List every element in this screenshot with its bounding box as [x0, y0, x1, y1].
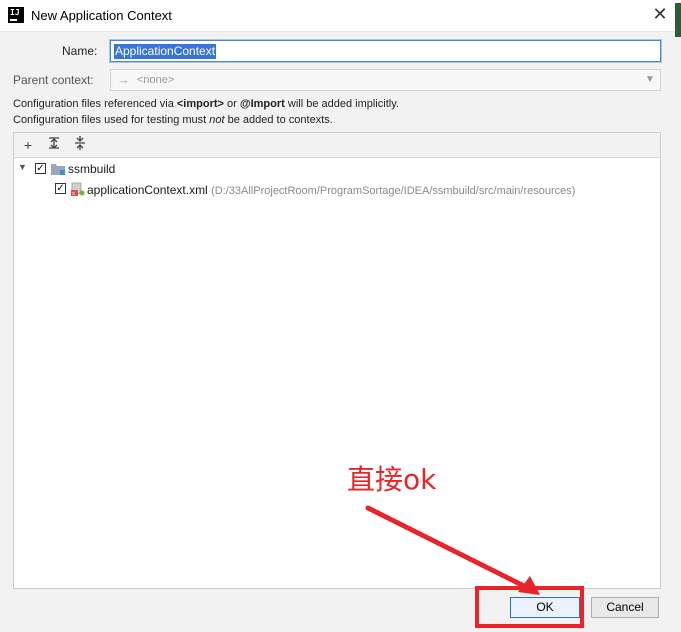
title-bar: IJ New Application Context ✕ — [0, 0, 681, 32]
parent-context-combo[interactable]: → <none> ▼ — [110, 69, 661, 91]
cancel-button[interactable]: Cancel — [591, 597, 659, 618]
background-window-edge — [675, 3, 681, 37]
plus-icon[interactable]: + — [19, 136, 37, 154]
expand-all-icon[interactable] — [45, 136, 63, 154]
config-files-tree-panel: + ▼ ✓ ssmbuild ✓ x applicationContext.xm… — [13, 132, 661, 589]
tree-module-label[interactable]: ssmbuild — [68, 162, 115, 176]
module-folder-icon — [51, 163, 66, 175]
collapse-all-icon[interactable] — [71, 136, 89, 154]
name-input[interactable]: ApplicationContext — [110, 40, 661, 62]
tree-file-label: applicationContext.xml — [87, 183, 208, 197]
annotation-highlight-box — [475, 586, 584, 628]
spring-xml-file-icon: x — [70, 182, 85, 197]
tree-file-path: (D:/33AllProjectRoom/ProgramSortage/IDEA… — [211, 185, 576, 197]
name-label: Name: — [62, 44, 98, 58]
arrow-right-icon: → — [117, 72, 130, 87]
close-icon[interactable]: ✕ — [650, 4, 670, 24]
tree-toolbar: + — [14, 133, 660, 158]
parent-context-value: <none> — [137, 74, 175, 86]
ssmbuild-checkbox[interactable]: ✓ — [35, 163, 46, 174]
applicationcontext-checkbox[interactable]: ✓ — [55, 183, 66, 194]
annotation-text: 直接ok — [347, 463, 437, 496]
info-line-2: Configuration files used for testing mus… — [13, 114, 333, 126]
info-line-1: Configuration files referenced via <impo… — [13, 98, 399, 110]
svg-text:x: x — [72, 191, 75, 197]
parent-context-label: Parent context: — [13, 73, 94, 87]
chevron-down-icon[interactable]: ▼ — [642, 72, 658, 88]
name-input-value: ApplicationContext — [114, 44, 217, 59]
expand-toggle-icon[interactable]: ▼ — [18, 162, 28, 172]
intellij-app-icon: IJ — [8, 7, 24, 23]
window-title: New Application Context — [31, 8, 172, 23]
tree-file-row[interactable]: applicationContext.xml (D:/33AllProjectR… — [87, 183, 575, 197]
